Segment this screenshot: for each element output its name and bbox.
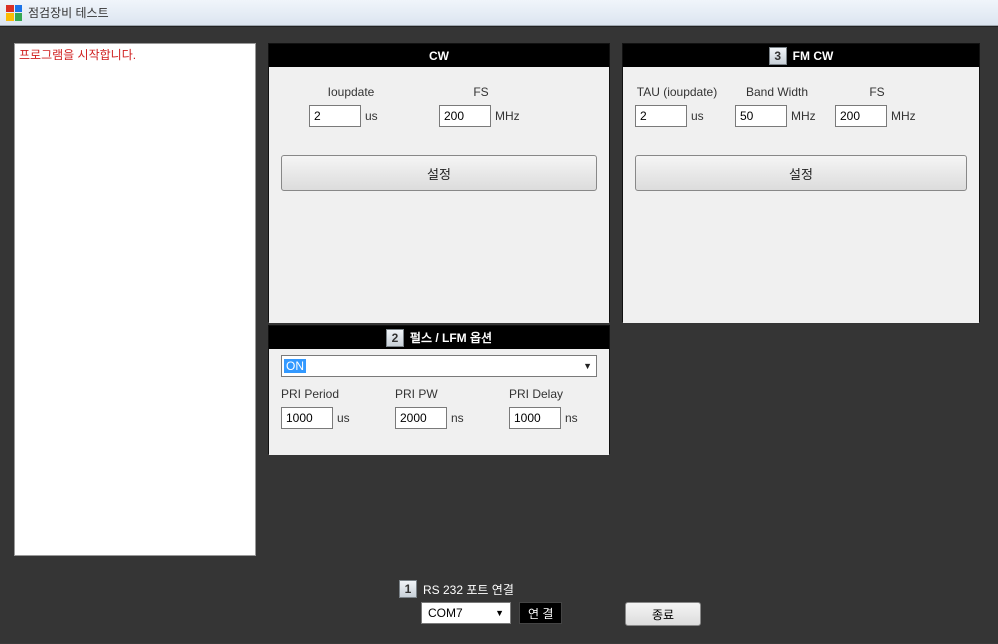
pri-pw-input[interactable]	[395, 407, 447, 429]
pri-delay-field: PRI Delay ns	[509, 387, 593, 429]
rs232-port-combo[interactable]: COM7 ▼	[421, 602, 511, 624]
cw-fs-label: FS	[439, 85, 523, 99]
log-message: 프로그램을 시작합니다.	[19, 48, 136, 62]
pri-pw-field: PRI PW ns	[395, 387, 479, 429]
fmcw-fs-field: FS MHz	[835, 85, 919, 127]
app-icon	[6, 5, 22, 21]
cw-submit-button[interactable]: 설정	[281, 155, 597, 191]
fmcw-bw-unit: MHz	[791, 109, 819, 123]
pri-period-label: PRI Period	[281, 387, 365, 401]
fmcw-tau-field: TAU (ioupdate) us	[635, 85, 719, 127]
fmcw-bw-input[interactable]	[735, 105, 787, 127]
pulse-panel: 2 펄스 / LFM 옵션 ON ▼ PRI Period us PRI PW	[268, 325, 610, 454]
pri-pw-label: PRI PW	[395, 387, 479, 401]
pri-period-input[interactable]	[281, 407, 333, 429]
pri-delay-input[interactable]	[509, 407, 561, 429]
fmcw-fs-unit: MHz	[891, 109, 919, 123]
cw-fs-input[interactable]	[439, 105, 491, 127]
pulse-step-badge: 2	[386, 329, 404, 347]
rs232-port-value: COM7	[428, 606, 463, 620]
pulse-mode-combo[interactable]: ON ▼	[281, 355, 597, 377]
rs232-connect-button[interactable]: 연 결	[519, 602, 562, 624]
pri-delay-unit: ns	[565, 411, 593, 425]
fmcw-panel-header: 3 FM CW	[623, 44, 979, 67]
pulse-panel-header: 2 펄스 / LFM 옵션	[269, 326, 609, 349]
cw-ioupdate-unit: us	[365, 109, 393, 123]
cw-panel-header: CW	[269, 44, 609, 67]
pri-period-unit: us	[337, 411, 365, 425]
pulse-panel-body: ON ▼ PRI Period us PRI PW ns	[269, 349, 609, 455]
fmcw-fs-label: FS	[835, 85, 919, 99]
cw-fs-field: FS MHz	[439, 85, 523, 127]
fmcw-tau-unit: us	[691, 109, 719, 123]
cw-ioupdate-field: Ioupdate us	[309, 85, 393, 127]
log-panel: 프로그램을 시작합니다.	[14, 43, 256, 556]
cw-panel: CW Ioupdate us FS MHz	[268, 43, 610, 322]
rs232-label-row: 1 RS 232 포트 연결	[399, 580, 685, 598]
cw-title: CW	[429, 49, 449, 63]
fmcw-tau-label: TAU (ioupdate)	[635, 85, 719, 99]
fmcw-panel: 3 FM CW TAU (ioupdate) us Band Width MHz	[622, 43, 980, 322]
pulse-mode-value: ON	[284, 359, 306, 373]
cw-ioupdate-label: Ioupdate	[309, 85, 393, 99]
fmcw-bw-field: Band Width MHz	[735, 85, 819, 127]
fmcw-tau-input[interactable]	[635, 105, 687, 127]
pri-delay-label: PRI Delay	[509, 387, 593, 401]
exit-button[interactable]: 종료	[625, 602, 701, 626]
cw-ioupdate-input[interactable]	[309, 105, 361, 127]
rs232-step-badge: 1	[399, 580, 417, 598]
fmcw-title: FM CW	[793, 49, 834, 63]
pri-period-field: PRI Period us	[281, 387, 365, 429]
titlebar: 점검장비 테스트	[0, 0, 998, 26]
fmcw-panel-body: TAU (ioupdate) us Band Width MHz FS	[623, 67, 979, 323]
cw-panel-body: Ioupdate us FS MHz 설정	[269, 67, 609, 323]
chevron-down-icon: ▼	[583, 361, 592, 371]
fmcw-submit-button[interactable]: 설정	[635, 155, 967, 191]
pulse-title: 펄스 / LFM 옵션	[410, 329, 492, 346]
rs232-label: RS 232 포트 연결	[423, 581, 514, 598]
fmcw-bw-label: Band Width	[735, 85, 819, 99]
fmcw-fs-input[interactable]	[835, 105, 887, 127]
cw-fs-unit: MHz	[495, 109, 523, 123]
window-title: 점검장비 테스트	[28, 4, 109, 21]
pri-pw-unit: ns	[451, 411, 479, 425]
chevron-down-icon: ▼	[495, 608, 504, 618]
client-area: 프로그램을 시작합니다. CW Ioupdate us FS M	[0, 26, 998, 643]
fmcw-step-badge: 3	[769, 47, 787, 65]
